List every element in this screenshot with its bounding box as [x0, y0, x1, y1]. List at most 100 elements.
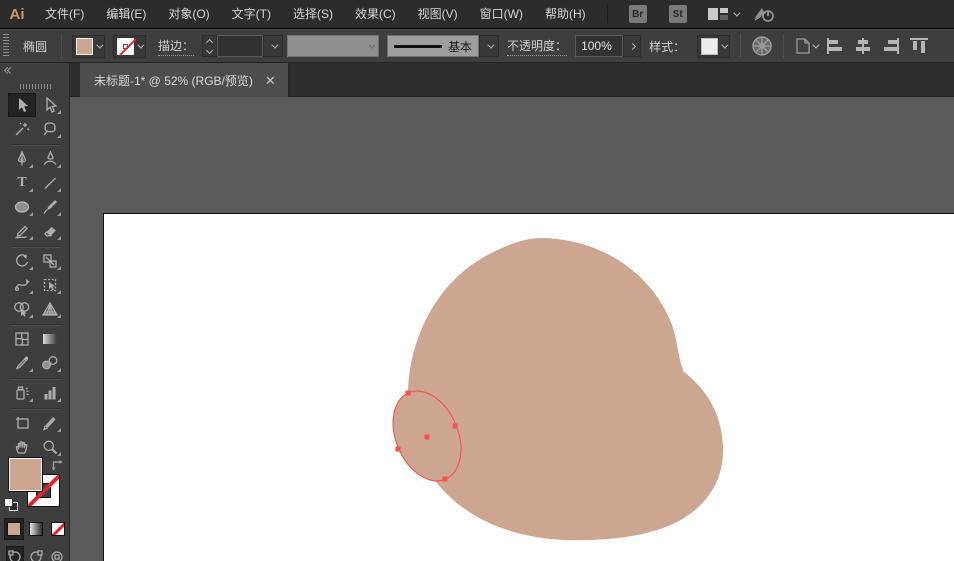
fill-color-swatch[interactable] [76, 38, 93, 55]
stepper-down-icon[interactable] [206, 46, 213, 53]
mesh-tool[interactable] [8, 327, 36, 351]
none-mode-button[interactable] [48, 518, 68, 540]
swap-arrows-icon [50, 458, 64, 471]
curvature-tool[interactable] [36, 147, 64, 171]
default-fill-stroke-button[interactable] [4, 498, 18, 511]
brush-definition-chevron[interactable] [479, 35, 499, 57]
type-tool[interactable]: T [8, 171, 36, 195]
menu-edit[interactable]: 编辑(E) [95, 0, 157, 28]
fill-color-picker[interactable] [72, 35, 105, 58]
align-right-button[interactable] [877, 33, 905, 59]
eraser-tool[interactable] [36, 219, 64, 243]
free-transform-tool[interactable] [36, 273, 64, 297]
draw-behind-button[interactable] [27, 546, 45, 561]
hand-tool[interactable] [8, 435, 36, 459]
fill-proxy[interactable] [9, 458, 42, 491]
panel-grip-icon[interactable] [3, 34, 9, 58]
align-to-selector[interactable] [790, 33, 821, 59]
stroke-weight-input[interactable] [217, 35, 263, 57]
align-top-button[interactable] [905, 33, 933, 59]
style-picker[interactable] [697, 35, 730, 58]
stock-button[interactable]: St [669, 5, 687, 23]
menu-object[interactable]: 对象(O) [157, 0, 220, 28]
anchor-point[interactable] [453, 424, 458, 429]
scale-tool[interactable] [36, 249, 64, 273]
document-tab[interactable]: 未标题-1* @ 52% (RGB/预览) ✕ [80, 63, 289, 97]
blend-tool[interactable] [36, 351, 64, 375]
bridge-button[interactable]: Br [629, 5, 647, 23]
stroke-panel-link[interactable]: 描边： [158, 37, 194, 56]
artboard-tool[interactable] [8, 411, 36, 435]
brush-definition-dropdown[interactable]: 基本 [387, 35, 479, 57]
opacity-input[interactable]: 100% [575, 35, 623, 57]
gradient-mode-button[interactable] [26, 518, 46, 540]
close-icon[interactable]: ✕ [265, 74, 276, 87]
control-bar: 椭圆 描边： 基本 不透明度： 100% 样式： [0, 29, 954, 63]
direct-selection-tool[interactable] [36, 93, 64, 117]
selection-tool[interactable] [8, 93, 36, 117]
canvas-area[interactable] [70, 97, 954, 561]
workspace-switcher[interactable] [708, 7, 738, 21]
menu-view[interactable]: 视图(V) [407, 0, 469, 28]
collapse-panel-button[interactable] [5, 68, 13, 73]
opacity-expander[interactable] [623, 35, 641, 57]
align-center-button[interactable] [849, 33, 877, 59]
stroke-color-picker[interactable] [113, 35, 146, 58]
menu-bar: Ai 文件(F) 编辑(E) 对象(O) 文字(T) 选择(S) 效果(C) 视… [0, 0, 954, 29]
menu-file[interactable]: 文件(F) [34, 0, 95, 28]
stroke-none-swatch[interactable] [117, 38, 134, 55]
anchor-point[interactable] [396, 447, 401, 452]
gradient-tool[interactable] [36, 327, 64, 351]
illustrator-window: Ai 文件(F) 编辑(E) 对象(O) 文字(T) 选择(S) 效果(C) 视… [0, 0, 954, 561]
draw-inside-button[interactable] [48, 546, 66, 561]
menu-list: 文件(F) 编辑(E) 对象(O) 文字(T) 选择(S) 效果(C) 视图(V… [34, 0, 597, 28]
color-mode-button[interactable] [4, 518, 24, 540]
perspective-grid-tool[interactable] [36, 297, 64, 321]
tan-blob-shape[interactable] [408, 238, 723, 540]
menu-help[interactable]: 帮助(H) [534, 0, 597, 28]
anchor-point[interactable] [443, 477, 448, 482]
menu-effect[interactable]: 效果(C) [344, 0, 407, 28]
style-swatch[interactable] [701, 38, 718, 55]
chevron-down-icon[interactable] [96, 41, 103, 48]
separator [783, 34, 784, 58]
document-tab-strip: 未标题-1* @ 52% (RGB/预览) ✕ [70, 63, 954, 97]
pen-tool[interactable] [8, 147, 36, 171]
anchor-point[interactable] [425, 435, 430, 440]
chevron-down-icon[interactable] [721, 41, 728, 48]
rotate-tool[interactable] [8, 249, 36, 273]
menu-window[interactable]: 窗口(W) [469, 0, 534, 28]
pencil-tool[interactable] [8, 219, 36, 243]
width-tool[interactable] [8, 273, 36, 297]
style-label: 样式： [649, 38, 685, 55]
lasso-tool[interactable] [36, 117, 64, 141]
panel-grip-icon[interactable] [20, 84, 52, 89]
gpu-performance-button[interactable] [748, 1, 780, 27]
stroke-weight-dropdown[interactable] [263, 35, 283, 57]
zoom-tool[interactable] [36, 435, 64, 459]
default-fill-icon [4, 498, 13, 507]
stroke-weight-stepper[interactable] [202, 35, 217, 57]
swap-fill-stroke-button[interactable] [50, 458, 64, 476]
separator [740, 34, 741, 58]
slice-tool[interactable] [36, 411, 64, 435]
ellipse-tool[interactable] [8, 195, 36, 219]
line-segment-tool[interactable] [36, 171, 64, 195]
chevron-down-icon[interactable] [137, 41, 144, 48]
eyedropper-tool[interactable] [8, 351, 36, 375]
stepper-up-icon[interactable] [206, 38, 213, 45]
magic-wand-tool[interactable] [8, 117, 36, 141]
recolor-artwork-button[interactable] [747, 33, 777, 59]
menu-select[interactable]: 选择(S) [282, 0, 344, 28]
align-left-button[interactable] [821, 33, 849, 59]
opacity-panel-link[interactable]: 不透明度： [507, 37, 567, 56]
align-top-icon [909, 37, 929, 55]
menu-type[interactable]: 文字(T) [221, 0, 282, 28]
symbol-sprayer-tool[interactable] [8, 381, 36, 405]
anchor-point[interactable] [406, 391, 411, 396]
chevron-down-icon [733, 9, 740, 16]
paintbrush-tool[interactable] [36, 195, 64, 219]
column-graph-tool[interactable] [36, 381, 64, 405]
draw-normal-button[interactable] [6, 546, 24, 561]
shape-builder-tool[interactable] [8, 297, 36, 321]
